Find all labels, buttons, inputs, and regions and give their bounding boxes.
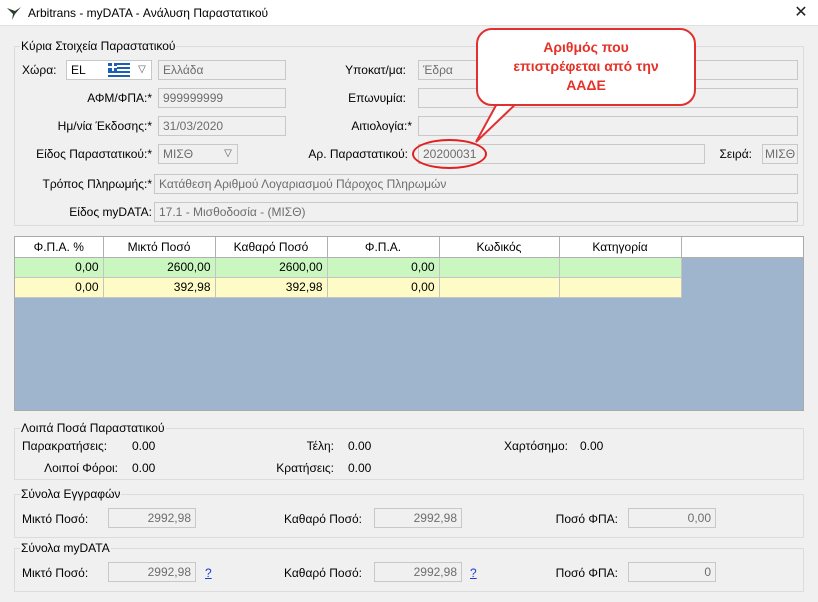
- mydata-net-label: Καθαρό Ποσό:: [284, 566, 362, 580]
- mydata-net-help-link[interactable]: ?: [470, 563, 477, 583]
- totals-records-title: Σύνολα Εγγραφών: [20, 487, 122, 501]
- stamp-value: 0.00: [580, 439, 604, 453]
- cell-net[interactable]: 2600,00: [215, 257, 328, 278]
- cell-gross[interactable]: 392,98: [103, 277, 216, 298]
- mydata-net-field[interactable]: 2992,98: [374, 562, 462, 582]
- records-vat-label: Ποσό ΦΠΑ:: [555, 512, 618, 526]
- mydata-type-label: Είδος myDATA:: [69, 205, 152, 219]
- stamp-label: Χαρτόσημο:: [503, 439, 568, 453]
- series-label: Σειρά:: [719, 147, 752, 161]
- afm-label: ΑΦΜ/ΦΠΑ:*: [87, 91, 152, 105]
- col-header-code[interactable]: Κωδικός: [439, 237, 560, 258]
- issue-date-field[interactable]: 31/03/2020: [158, 116, 286, 136]
- cell-vat[interactable]: 0,00: [327, 277, 440, 298]
- cell-vat[interactable]: 0,00: [327, 257, 440, 278]
- name-label: Επωνυμία:: [348, 91, 406, 105]
- doc-type-value: ΜΙΣΘ: [163, 147, 194, 161]
- payment-field[interactable]: Κατάθεση Αριθμού Λογαριασμού Πάροχος Πλη…: [154, 174, 798, 194]
- issue-date-label: Ημ/νία Έκδοσης:*: [57, 119, 152, 133]
- country-label: Χώρα:: [22, 63, 57, 77]
- deductions-label: Κρατήσεις:: [276, 461, 334, 475]
- mydata-gross-field[interactable]: 2992,98: [108, 562, 196, 582]
- cell-category[interactable]: [559, 257, 682, 278]
- col-header-category[interactable]: Κατηγορία: [559, 237, 682, 258]
- cell-gross[interactable]: 2600,00: [103, 257, 216, 278]
- col-header-vat[interactable]: Φ.Π.Α.: [327, 237, 440, 258]
- country-code: EL: [71, 63, 86, 77]
- annotation-callout-text: Αριθμός που επιστρέφεται από την ΑΑΔΕ: [476, 38, 696, 95]
- cell-net[interactable]: 392,98: [215, 277, 328, 298]
- window-title: Arbitrans - myDATA - Ανάλυση Παραστατικο…: [28, 6, 269, 20]
- col-header-filler: [681, 237, 803, 258]
- cell-vat-percent[interactable]: 0,00: [15, 277, 104, 298]
- mydata-gross-help-link[interactable]: ?: [205, 563, 212, 583]
- totals-mydata-title: Σύνολα myDATA: [20, 541, 111, 555]
- doc-number-label: Αρ. Παραστατικού:: [308, 147, 408, 161]
- fees-label: Τέλη:: [306, 439, 334, 453]
- table-row[interactable]: 0,00 2600,00 2600,00 0,00: [15, 257, 803, 278]
- mydata-gross-label: Μικτό Ποσό:: [22, 566, 89, 580]
- col-header-vat-percent[interactable]: Φ.Π.Α. %: [15, 237, 104, 258]
- mydata-vat-field[interactable]: 0: [628, 562, 716, 582]
- payment-label: Τρόπος Πληρωμής:*: [42, 177, 152, 191]
- row-filler: [681, 257, 803, 277]
- withholdings-label: Παρακρατήσεις:: [22, 439, 108, 453]
- other-amounts-title: Λοιπά Ποσά Παραστατικού: [20, 421, 166, 435]
- records-gross-label: Μικτό Ποσό:: [22, 512, 89, 526]
- other-taxes-label: Λοιποί Φόροι:: [44, 461, 118, 475]
- afm-field[interactable]: 999999999: [158, 88, 286, 108]
- other-taxes-value: 0.00: [132, 461, 156, 475]
- callout-line-1: Αριθμός που: [543, 39, 629, 55]
- cell-category[interactable]: [559, 277, 682, 298]
- col-header-net[interactable]: Καθαρό Ποσό: [215, 237, 328, 258]
- bird-logo-icon: [7, 7, 21, 20]
- main-details-title: Κύρια Στοιχεία Παραστατικού: [20, 39, 177, 53]
- row-filler: [681, 277, 803, 297]
- table-row[interactable]: 0,00 392,98 392,98 0,00: [15, 277, 803, 298]
- records-net-field[interactable]: 2992,98: [374, 508, 462, 528]
- cell-vat-percent[interactable]: 0,00: [15, 257, 104, 278]
- title-bar: Arbitrans - myDATA - Ανάλυση Παραστατικο…: [0, 0, 818, 26]
- withholdings-value: 0.00: [132, 439, 156, 453]
- records-gross-field[interactable]: 2992,98: [108, 508, 196, 528]
- fees-value: 0.00: [348, 439, 372, 453]
- country-name-field: Ελλάδα: [158, 60, 286, 80]
- cell-code[interactable]: [439, 277, 560, 298]
- mydata-type-field[interactable]: 17.1 - Μισθοδοσία - (ΜΙΣΘ): [154, 202, 798, 222]
- records-net-label: Καθαρό Ποσό:: [284, 512, 362, 526]
- col-header-gross[interactable]: Μικτό Ποσό: [103, 237, 216, 258]
- doc-type-label: Είδος Παραστατικού:*: [36, 147, 152, 161]
- close-icon[interactable]: ✕: [790, 3, 812, 23]
- mydata-vat-label: Ποσό ΦΠΑ:: [555, 566, 618, 580]
- deductions-value: 0.00: [348, 461, 372, 475]
- series-field[interactable]: ΜΙΣΘ: [762, 144, 798, 164]
- reason-label: Αιτιολογία:*: [351, 119, 412, 133]
- callout-line-3: ΑΑΔΕ: [566, 77, 606, 93]
- chevron-down-icon[interactable]: ▽: [134, 61, 150, 79]
- vat-lines-grid[interactable]: Φ.Π.Α. % Μικτό Ποσό Καθαρό Ποσό Φ.Π.Α. Κ…: [14, 236, 804, 411]
- greek-flag-icon: [108, 63, 130, 77]
- callout-line-2: επιστρέφεται από την: [513, 58, 659, 74]
- cell-code[interactable]: [439, 257, 560, 278]
- branch-label: Υποκατ/μα:: [345, 63, 406, 77]
- chevron-down-icon[interactable]: ▽: [220, 145, 236, 163]
- records-vat-field[interactable]: 0,00: [628, 508, 716, 528]
